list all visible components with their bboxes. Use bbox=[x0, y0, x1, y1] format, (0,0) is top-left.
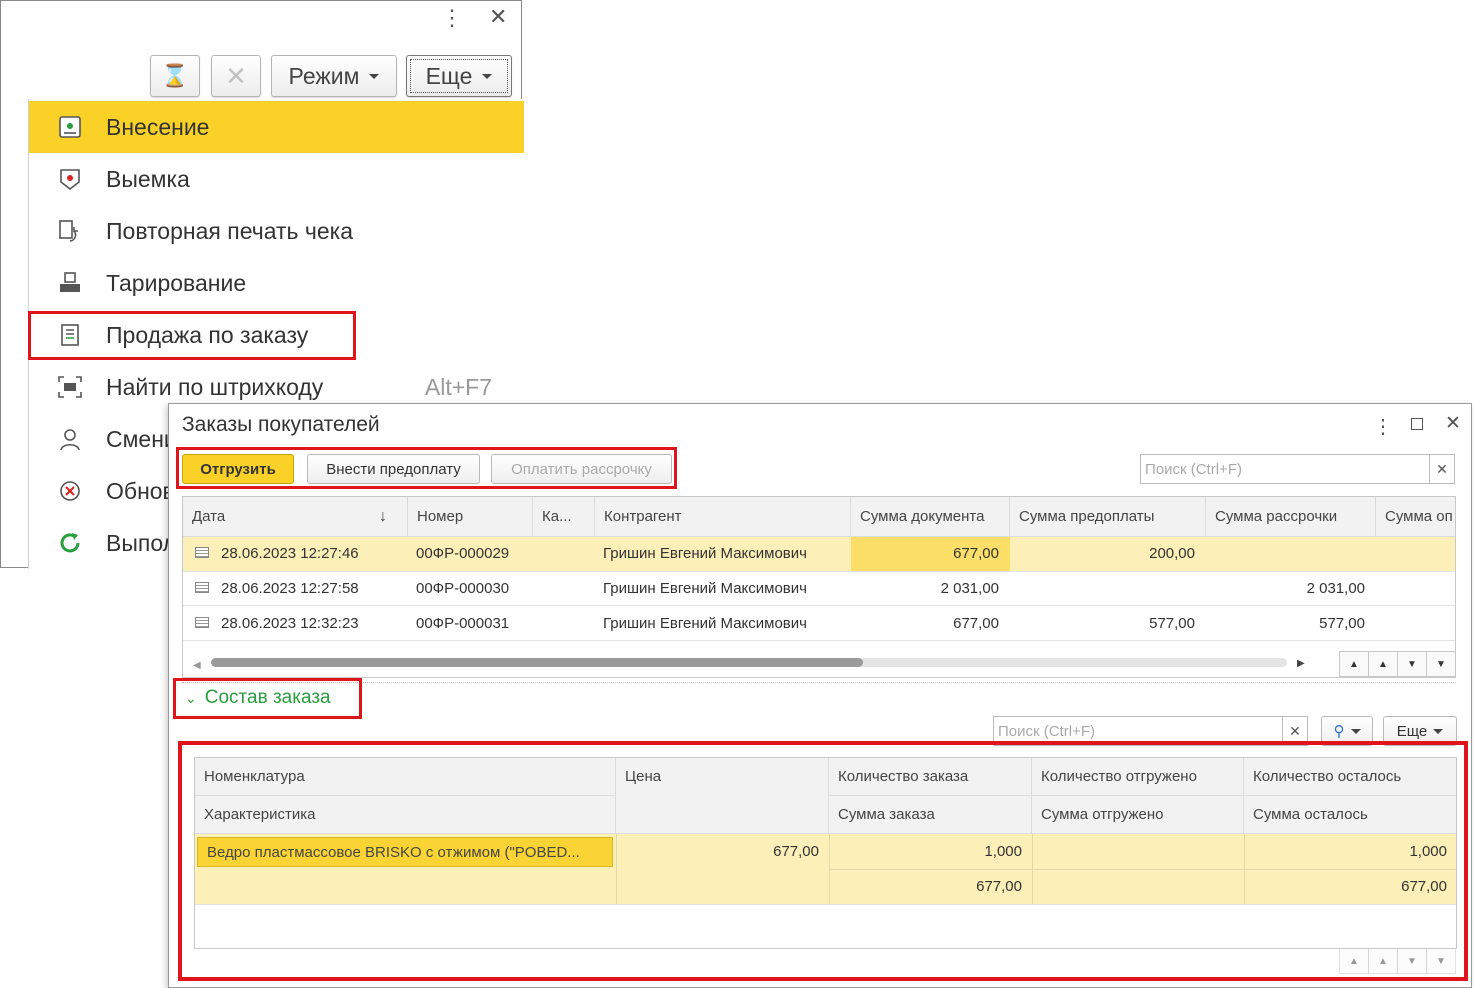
maximize-icon[interactable] bbox=[1411, 418, 1423, 430]
search-icon: ⚲ bbox=[1333, 723, 1345, 740]
scale-icon bbox=[57, 270, 83, 296]
highlight-frame-toolbar bbox=[176, 447, 677, 489]
installment-sum-cell[interactable] bbox=[1205, 536, 1375, 570]
prepay-sum-cell[interactable]: 577,00 bbox=[1009, 606, 1205, 640]
menu-item-label: Обнов bbox=[106, 477, 175, 504]
last-icon: ▼ bbox=[1436, 658, 1446, 670]
column-header-ka[interactable]: Ка... bbox=[533, 497, 595, 537]
menu-item-cash-out[interactable]: Выемка bbox=[29, 153, 524, 205]
menu-item-taring[interactable]: Тарирование bbox=[29, 257, 524, 309]
highlight-frame-sale-by-order bbox=[28, 311, 356, 360]
menu-item-shortcut: Alt+F7 bbox=[424, 373, 492, 400]
menu-item-label: Выпол bbox=[106, 529, 177, 556]
go-up-button[interactable]: ▲ bbox=[1368, 651, 1398, 677]
cash-in-icon bbox=[57, 114, 83, 140]
cash-out-icon bbox=[57, 166, 83, 192]
orders-search-input[interactable]: Поиск (Ctrl+F) bbox=[1140, 454, 1430, 484]
paid-sum-cell[interactable] bbox=[1375, 536, 1455, 570]
prepay-sum-cell[interactable] bbox=[1009, 571, 1205, 605]
contractor-cell[interactable]: Гришин Евгений Максимович bbox=[594, 571, 850, 605]
paid-sum-cell[interactable] bbox=[1375, 606, 1455, 640]
menu-item-label: Найти по штрихкоду bbox=[106, 373, 324, 400]
menu-item-label: Внесение bbox=[106, 113, 210, 140]
chevron-down-icon bbox=[369, 73, 380, 79]
menu-item-label: Выемка bbox=[106, 165, 190, 192]
highlight-frame-order-composition bbox=[173, 678, 362, 719]
hourglass-button[interactable]: ⌛ bbox=[150, 55, 200, 97]
column-header-contractor[interactable]: Контрагент bbox=[595, 497, 851, 537]
contractor-cell[interactable]: Гришин Евгений Максимович bbox=[594, 606, 850, 640]
go-first-button[interactable]: ▲ bbox=[1339, 651, 1369, 677]
cancel-button[interactable]: ✕ bbox=[211, 55, 261, 97]
first-icon: ▲ bbox=[1349, 658, 1359, 670]
user-icon bbox=[57, 426, 83, 452]
installment-sum-cell[interactable]: 577,00 bbox=[1205, 606, 1375, 640]
number-cell[interactable]: 00ФР-000029 bbox=[407, 536, 532, 570]
date-cell[interactable]: 28.06.2023 12:27:58 bbox=[182, 571, 407, 605]
menu-item-label: Повторная печать чека bbox=[106, 217, 354, 244]
contractor-cell[interactable]: Гришин Евгений Максимович bbox=[594, 536, 850, 570]
clear-search-icon[interactable]: ✕ bbox=[1429, 454, 1455, 484]
menu-item-reprint[interactable]: Повторная печать чека bbox=[29, 205, 524, 257]
barcode-scan-icon bbox=[57, 374, 83, 400]
refresh-cancel-icon bbox=[57, 478, 83, 504]
up-icon: ▲ bbox=[1378, 658, 1388, 670]
more-button[interactable]: Еще bbox=[406, 55, 512, 97]
refresh-green-icon bbox=[57, 530, 83, 556]
menu-item-label: Тарирование bbox=[106, 269, 247, 296]
close-icon[interactable]: ✕ bbox=[489, 4, 507, 30]
number-cell[interactable]: 00ФР-000030 bbox=[407, 571, 532, 605]
menu-item-cash-in[interactable]: Внесение bbox=[29, 101, 524, 153]
column-header-doc-sum[interactable]: Сумма документа bbox=[851, 497, 1010, 537]
more-label: Еще bbox=[1396, 722, 1428, 740]
chevron-down-icon bbox=[1350, 728, 1361, 734]
close-icon[interactable]: ✕ bbox=[1445, 412, 1461, 435]
doc-sum-cell[interactable]: 2 031,00 bbox=[850, 571, 1009, 605]
menu-item-label: Смени bbox=[106, 425, 177, 452]
column-header-number[interactable]: Номер bbox=[408, 497, 533, 537]
number-cell[interactable]: 00ФР-000031 bbox=[407, 606, 532, 640]
more-actions-icon[interactable]: ⋮ bbox=[1373, 414, 1393, 439]
horizontal-scrollbar[interactable] bbox=[211, 658, 1287, 667]
column-header-prepay-sum[interactable]: Сумма предоплаты bbox=[1010, 497, 1206, 537]
hourglass-icon: ⌛ bbox=[161, 63, 189, 88]
highlight-frame-items-table bbox=[178, 741, 1468, 981]
chevron-down-icon bbox=[1433, 728, 1444, 734]
window-title: Заказы покупателей bbox=[182, 413, 380, 436]
reprint-receipt-icon bbox=[57, 218, 83, 244]
column-header-paid-sum[interactable]: Сумма оп bbox=[1376, 497, 1455, 537]
go-down-button[interactable]: ▼ bbox=[1397, 651, 1427, 677]
date-cell[interactable]: 28.06.2023 12:32:23 bbox=[182, 606, 407, 640]
scrollbar-thumb[interactable] bbox=[211, 658, 863, 667]
header-label: Дата bbox=[192, 508, 226, 525]
paid-sum-cell[interactable] bbox=[1375, 571, 1455, 605]
doc-sum-cell[interactable]: 677,00 bbox=[850, 606, 1009, 640]
mode-label: Режим bbox=[288, 62, 360, 89]
ka-cell[interactable] bbox=[532, 571, 594, 605]
date-cell[interactable]: 28.06.2023 12:27:46 bbox=[182, 536, 407, 570]
more-actions-icon[interactable]: ⋮ bbox=[441, 5, 463, 31]
column-header-installment-sum[interactable]: Сумма рассрочки bbox=[1206, 497, 1376, 537]
scroll-right-icon[interactable]: ▶ bbox=[1297, 658, 1305, 669]
go-last-button[interactable]: ▼ bbox=[1426, 651, 1456, 677]
column-header-date[interactable]: Дата ↓ bbox=[183, 497, 408, 537]
doc-sum-cell[interactable]: 677,00 bbox=[850, 536, 1009, 570]
ka-cell[interactable] bbox=[532, 606, 594, 640]
down-icon: ▼ bbox=[1407, 658, 1417, 670]
mode-button[interactable]: Режим bbox=[271, 55, 397, 97]
ka-cell[interactable] bbox=[532, 536, 594, 570]
scroll-left-icon[interactable]: ◀ bbox=[193, 660, 201, 671]
prepay-sum-cell[interactable]: 200,00 bbox=[1009, 536, 1205, 570]
cross-icon: ✕ bbox=[225, 60, 247, 91]
installment-sum-cell[interactable]: 2 031,00 bbox=[1205, 571, 1375, 605]
sort-arrow-icon: ↓ bbox=[379, 507, 387, 525]
